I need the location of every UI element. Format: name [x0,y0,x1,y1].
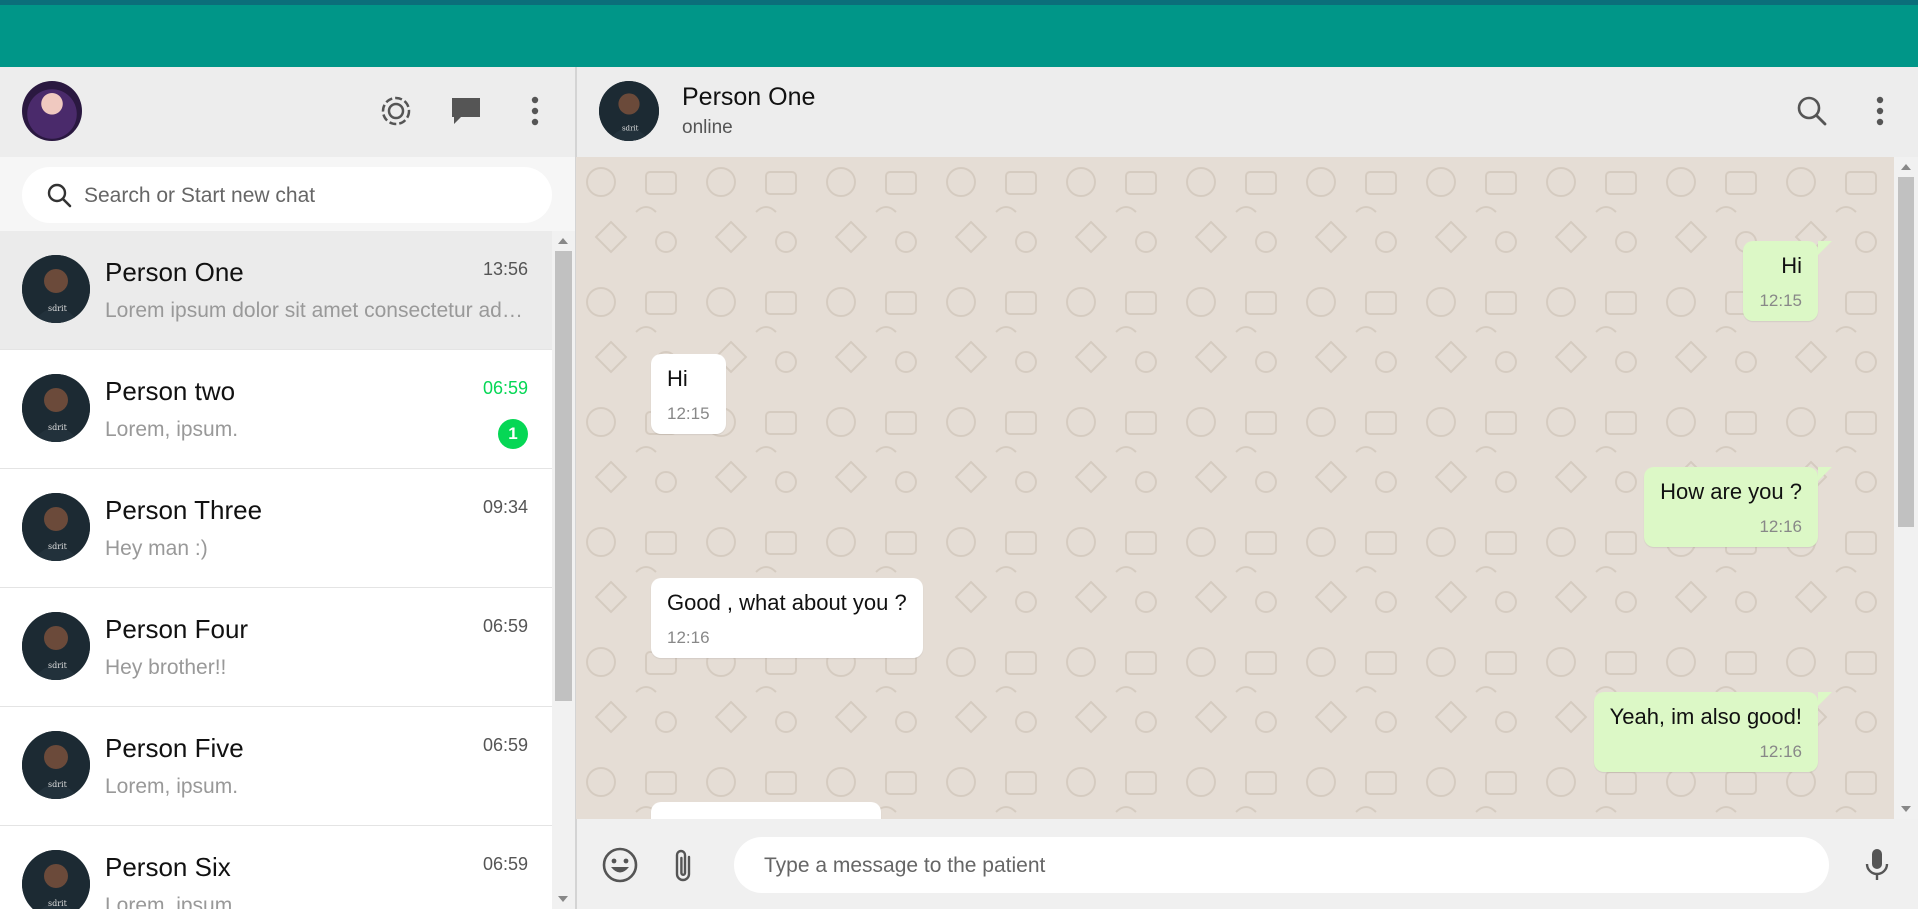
chat-preview: Lorem, ipsum. [105,418,239,441]
microphone-icon[interactable] [1857,845,1897,885]
message-time: 12:16 [1759,517,1802,536]
message-incoming: Good , what about you ? 12:16 [651,578,923,658]
avatar: sdrit [22,850,90,909]
chat-item-person-five[interactable]: sdrit Person Five 06:59 Lorem, ipsum. [0,707,552,826]
message-text: Yeah, im also good! [1609,704,1802,729]
contact-avatar[interactable]: sdrit [599,81,659,141]
svg-text:sdrit: sdrit [48,542,68,551]
scrollbar-thumb[interactable] [555,251,572,701]
chat-item-person-two[interactable]: sdrit Person two 06:59 Lorem, ipsum. 1 [0,350,552,469]
chat-item-person-three[interactable]: sdrit Person Three 09:34 Hey man :) [0,469,552,588]
search-bar [0,157,575,231]
chat-time: 09:34 [482,497,528,517]
chat-list: sdrit Person One 13:56 Lorem ipsum dolor… [0,231,552,909]
svg-text:sdrit: sdrit [48,423,68,432]
scrollbar-thumb[interactable] [1898,177,1914,527]
my-avatar[interactable] [22,81,82,141]
scroll-up-arrow-icon[interactable] [1901,164,1911,170]
search-icon[interactable] [1794,93,1830,129]
message-time: 12:16 [1759,742,1802,761]
message-time: 12:15 [1759,291,1802,310]
chat-item-person-one[interactable]: sdrit Person One 13:56 Lorem ipsum dolor… [0,231,552,350]
message-outgoing: Hi 12:15 [1743,241,1832,321]
message-field[interactable] [734,837,1829,895]
avatar: sdrit [22,374,90,442]
svg-text:sdrit: sdrit [622,123,639,132]
chat-name: Person Four [105,614,249,644]
chat-time: 06:59 [482,854,528,874]
chat-preview: Hey brother!! [105,656,227,679]
message-text: Hi [1781,253,1802,278]
sidebar-header [0,67,575,157]
svg-text:sdrit: sdrit [48,780,68,789]
chat-name: Person two [105,376,236,406]
chat-time: 13:56 [482,259,528,279]
message-outgoing: How are you ? 12:16 [1644,467,1832,547]
conversation-panel: sdrit Person One online Hi 12:15 Hi 12:1… [576,67,1918,909]
svg-text:sdrit: sdrit [48,661,68,670]
chat-name: Person One [105,257,244,287]
new-chat-icon[interactable] [448,93,484,129]
search-icon [46,182,72,213]
scroll-down-arrow-icon[interactable] [1901,806,1911,812]
message-outgoing: Yeah, im also good! 12:16 [1593,692,1833,772]
sidebar: sdrit Person One 13:56 Lorem ipsum dolor… [0,67,576,909]
unread-badge: 1 [498,419,528,449]
chat-name: Person Three [105,495,263,525]
message-incoming: Hi 12:15 [651,354,726,434]
avatar: sdrit [22,255,90,323]
svg-text:sdrit: sdrit [48,899,68,908]
avatar: sdrit [22,612,90,680]
message-text: Hi [667,366,688,391]
attachment-icon[interactable] [664,845,704,885]
composer [576,819,1918,909]
message-text: Good , what about you ? [667,590,907,615]
chat-name: Person Five [105,733,244,763]
chat-name: Person Six [105,852,231,882]
status-icon[interactable] [378,93,414,129]
conversation-scrollbar[interactable] [1894,157,1918,819]
message-text: How are you ? [1660,479,1802,504]
chat-time: 06:59 [482,616,528,636]
scroll-down-arrow-icon[interactable] [558,896,568,902]
conversation-header: sdrit Person One online [576,67,1918,157]
menu-icon[interactable] [517,93,553,129]
search-field[interactable] [22,167,552,225]
avatar: sdrit [22,493,90,561]
app-top-band [0,5,1918,67]
chat-item-person-six[interactable]: sdrit Person Six 06:59 Lorem, ipsum. [0,826,552,909]
contact-name: Person One [682,83,816,111]
scroll-up-arrow-icon[interactable] [558,238,568,244]
chat-preview: Lorem ipsum dolor sit amet consectetur a… [105,299,525,322]
avatar: sdrit [22,731,90,799]
chat-time: 06:59 [482,378,528,398]
message-area: Hi 12:15 Hi 12:15 How are you ? 12:16 Go… [576,157,1894,819]
message-input[interactable] [762,837,1806,895]
svg-text:sdrit: sdrit [48,304,68,313]
message-incoming-partial [651,802,881,819]
chat-time: 06:59 [482,735,528,755]
chat-preview: Lorem, ipsum. [105,894,239,909]
chat-preview: Lorem, ipsum. [105,775,239,798]
chat-list-scrollbar[interactable] [552,231,575,909]
chat-item-person-four[interactable]: sdrit Person Four 06:59 Hey brother!! [0,588,552,707]
menu-icon[interactable] [1862,93,1898,129]
search-input[interactable] [82,167,536,225]
message-time: 12:16 [667,628,710,647]
emoji-icon[interactable] [600,845,640,885]
message-time: 12:15 [667,404,710,423]
contact-status: online [682,117,733,138]
chat-preview: Hey man :) [105,537,208,560]
